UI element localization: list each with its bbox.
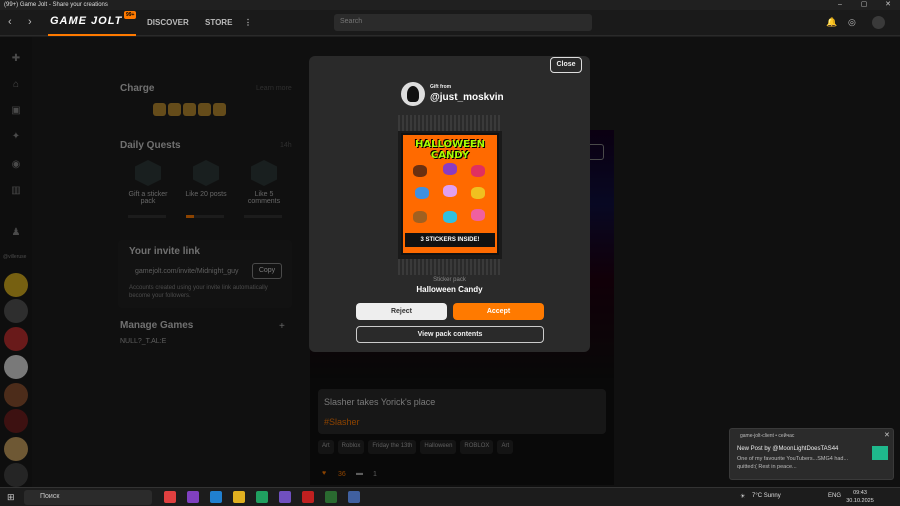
- sender-avatar[interactable]: [401, 82, 425, 106]
- notification-body: One of my favourite YouTubers...SMG4 had…: [737, 456, 849, 470]
- maximize-icon[interactable]: ▢: [852, 0, 876, 10]
- taskbar: ⊞ Поиск ☀ 7°C Sunny ENG 09:43 30.10.2025: [0, 487, 900, 506]
- notification-title: New Post by @MoonLightDoesTAS44: [737, 446, 839, 452]
- gamejolt-taskbar-icon[interactable]: [325, 491, 337, 503]
- forward-arrow-icon[interactable]: ›: [28, 16, 32, 28]
- app-icon[interactable]: [164, 491, 176, 503]
- app-icon[interactable]: [348, 491, 360, 503]
- bell-icon[interactable]: 🔔: [826, 17, 837, 28]
- search-input[interactable]: Search: [334, 14, 592, 31]
- accept-button[interactable]: Accept: [453, 303, 544, 320]
- gift-modal: Close Gift from @just_moskvin HALLOWEEN …: [309, 56, 590, 352]
- back-arrow-icon[interactable]: ‹: [8, 16, 12, 28]
- discover-link[interactable]: DISCOVER: [147, 18, 189, 27]
- language-indicator[interactable]: ENG: [828, 493, 841, 499]
- gamejolt-logo[interactable]: GAME JOLT: [50, 15, 135, 31]
- viber-icon[interactable]: [279, 491, 291, 503]
- windows-start-icon[interactable]: ⊞: [7, 492, 17, 502]
- window-title: (99+) Game Jolt - Share your creations: [4, 2, 108, 8]
- pack-art-footer: 3 STICKERS INSIDE!: [405, 233, 495, 247]
- clock-time: 09:43: [853, 490, 867, 496]
- taskbar-search-label: Поиск: [40, 493, 60, 500]
- reject-button[interactable]: Reject: [356, 303, 447, 320]
- more-menu-icon[interactable]: ⋮: [244, 18, 252, 27]
- close-icon[interactable]: ✕: [884, 431, 890, 439]
- sticker-pack-image: HALLOWEEN CANDY 3 STICKERS INSIDE!: [398, 115, 502, 275]
- sender-username[interactable]: @just_moskvin: [430, 92, 504, 103]
- toast-notification[interactable]: game-jolt-client • сейчас ✕ New Post by …: [729, 428, 894, 480]
- view-pack-contents-button[interactable]: View pack contents: [356, 326, 544, 343]
- store-link[interactable]: STORE: [205, 18, 232, 27]
- taskbar-search[interactable]: Поиск: [24, 490, 152, 505]
- weather-text[interactable]: 7°C Sunny: [752, 493, 781, 499]
- top-navbar: ‹ › GAME JOLT 99+ DISCOVER STORE ⋮ Searc…: [0, 10, 900, 36]
- logo-active-underline: [48, 34, 136, 36]
- compass-icon[interactable]: ◎: [848, 17, 856, 28]
- notification-thumbnail: [872, 446, 888, 460]
- user-avatar[interactable]: [872, 16, 885, 29]
- close-button[interactable]: Close: [550, 57, 582, 73]
- pack-type-label: Sticker pack: [433, 277, 466, 283]
- close-window-icon[interactable]: ✕: [876, 0, 900, 10]
- notification-app: game-jolt-client • сейчас: [740, 433, 795, 439]
- app-icon[interactable]: [187, 491, 199, 503]
- weather-icon[interactable]: ☀: [740, 493, 745, 500]
- store-icon[interactable]: [256, 491, 268, 503]
- pack-name-label: Halloween Candy: [416, 285, 483, 294]
- notification-count-badge: 99+: [124, 11, 137, 19]
- pack-art-title: HALLOWEEN CANDY: [414, 139, 486, 161]
- window-titlebar: (99+) Game Jolt - Share your creations –…: [0, 0, 900, 10]
- clock-date: 30.10.2025: [846, 498, 874, 504]
- minimize-icon[interactable]: –: [828, 0, 852, 10]
- folder-icon[interactable]: [233, 491, 245, 503]
- app-icon[interactable]: [302, 491, 314, 503]
- clock[interactable]: 09:43 30.10.2025: [846, 489, 874, 505]
- edge-icon[interactable]: [210, 491, 222, 503]
- gift-from-label: Gift from: [430, 84, 452, 90]
